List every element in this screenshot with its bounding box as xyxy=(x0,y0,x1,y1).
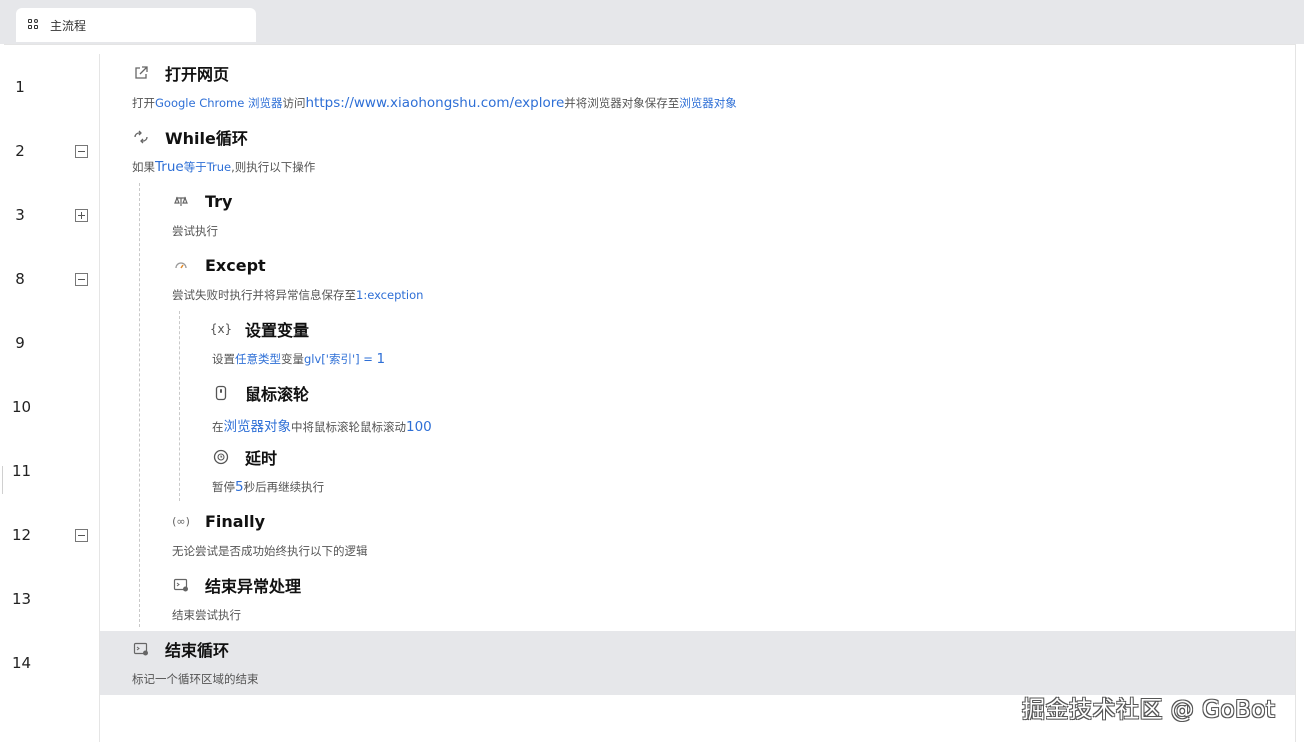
step-title: 延时 xyxy=(245,449,278,468)
step-title: 结束异常处理 xyxy=(205,577,302,596)
tab-label: 主流程 xyxy=(50,18,87,33)
collapse-toggle-except[interactable] xyxy=(75,273,88,286)
editor-right-edge xyxy=(1295,44,1296,742)
line-number: 9 xyxy=(15,334,25,352)
step-description: 尝试执行 xyxy=(172,224,218,238)
step-description: 无论尝试是否成功始终执行以下的逻辑 xyxy=(172,544,368,558)
step-description: 尝试失败时执行并将异常信息保存至1:exception xyxy=(172,288,424,302)
selected-row-highlight xyxy=(100,631,1295,695)
end-block-icon xyxy=(172,576,190,594)
expand-toggle-try[interactable] xyxy=(75,209,88,222)
step-end-exception[interactable]: 结束异常处理 结束尝试执行 xyxy=(172,574,301,623)
loop-icon xyxy=(132,128,150,146)
watermark: 掘金技术社区 @ GoBot xyxy=(1022,697,1276,723)
step-title: 鼠标滚轮 xyxy=(245,385,310,404)
infinity-icon: (∞) xyxy=(172,514,190,528)
line-number: 10 xyxy=(12,398,32,416)
step-title: 打开网页 xyxy=(165,65,230,84)
collapse-toggle-finally[interactable] xyxy=(75,529,88,542)
mouse-icon xyxy=(212,384,230,402)
step-title: 设置变量 xyxy=(245,321,310,340)
line-number: 1 xyxy=(15,78,25,96)
step-title: Except xyxy=(205,255,266,275)
step-finally[interactable]: (∞) Finally 无论尝试是否成功始终执行以下的逻辑 xyxy=(172,510,368,559)
line-number: 11 xyxy=(12,462,32,480)
except-icon xyxy=(172,256,190,274)
line-number: 8 xyxy=(15,270,25,288)
step-title: Finally xyxy=(205,511,265,531)
variable-icon: {x} xyxy=(209,322,233,336)
step-description: 如果True等于True,则执行以下操作 xyxy=(132,159,316,175)
step-description: 结束尝试执行 xyxy=(172,608,241,622)
tab-bar: 主流程 xyxy=(0,0,1304,44)
tab-main-flow[interactable]: 主流程 xyxy=(16,8,256,42)
scroll-tick xyxy=(2,466,3,494)
clock-icon xyxy=(212,448,230,466)
step-mouse-wheel[interactable]: 鼠标滚轮 在浏览器对象中将鼠标滚轮鼠标滚动100 xyxy=(212,382,432,435)
indent-guide-except xyxy=(179,311,180,501)
step-description: 标记一个循环区域的结束 xyxy=(132,672,259,686)
step-title: 结束循环 xyxy=(165,641,230,660)
external-link-icon xyxy=(132,64,150,82)
line-number: 13 xyxy=(12,590,32,608)
end-block-icon xyxy=(132,640,150,658)
try-icon xyxy=(172,192,190,210)
step-title: While循环 xyxy=(165,129,248,148)
step-title: Try xyxy=(205,191,233,211)
step-description: 设置任意类型变量glv['索引'] = 1 xyxy=(212,351,386,367)
step-while-loop[interactable]: While循环 如果True等于True,则执行以下操作 xyxy=(132,126,315,175)
step-delay[interactable]: 延时 暂停5秒后再继续执行 xyxy=(212,446,324,495)
step-try[interactable]: Try 尝试执行 xyxy=(172,190,232,239)
step-description: 在浏览器对象中将鼠标滚轮鼠标滚动100 xyxy=(212,419,432,435)
step-description: 打开Google Chrome 浏览器访问https://www.xiaohon… xyxy=(132,95,737,111)
line-number: 2 xyxy=(15,142,25,160)
indent-guide-while xyxy=(139,183,140,627)
step-description: 暂停5秒后再继续执行 xyxy=(212,479,325,495)
line-number: 3 xyxy=(15,206,25,224)
flow-grid-icon xyxy=(28,19,40,31)
line-number: 14 xyxy=(12,654,32,672)
collapse-toggle-while[interactable] xyxy=(75,145,88,158)
step-except[interactable]: Except 尝试失败时执行并将异常信息保存至1:exception xyxy=(172,254,423,303)
step-open-page[interactable]: 打开网页 打开Google Chrome 浏览器访问https://www.xi… xyxy=(132,62,737,111)
line-number: 12 xyxy=(12,526,32,544)
step-set-variable[interactable]: {x} 设置变量 设置任意类型变量glv['索引'] = 1 xyxy=(209,318,386,367)
step-end-loop[interactable]: 结束循环 标记一个循环区域的结束 xyxy=(132,638,259,687)
editor-top-border xyxy=(4,44,1296,45)
